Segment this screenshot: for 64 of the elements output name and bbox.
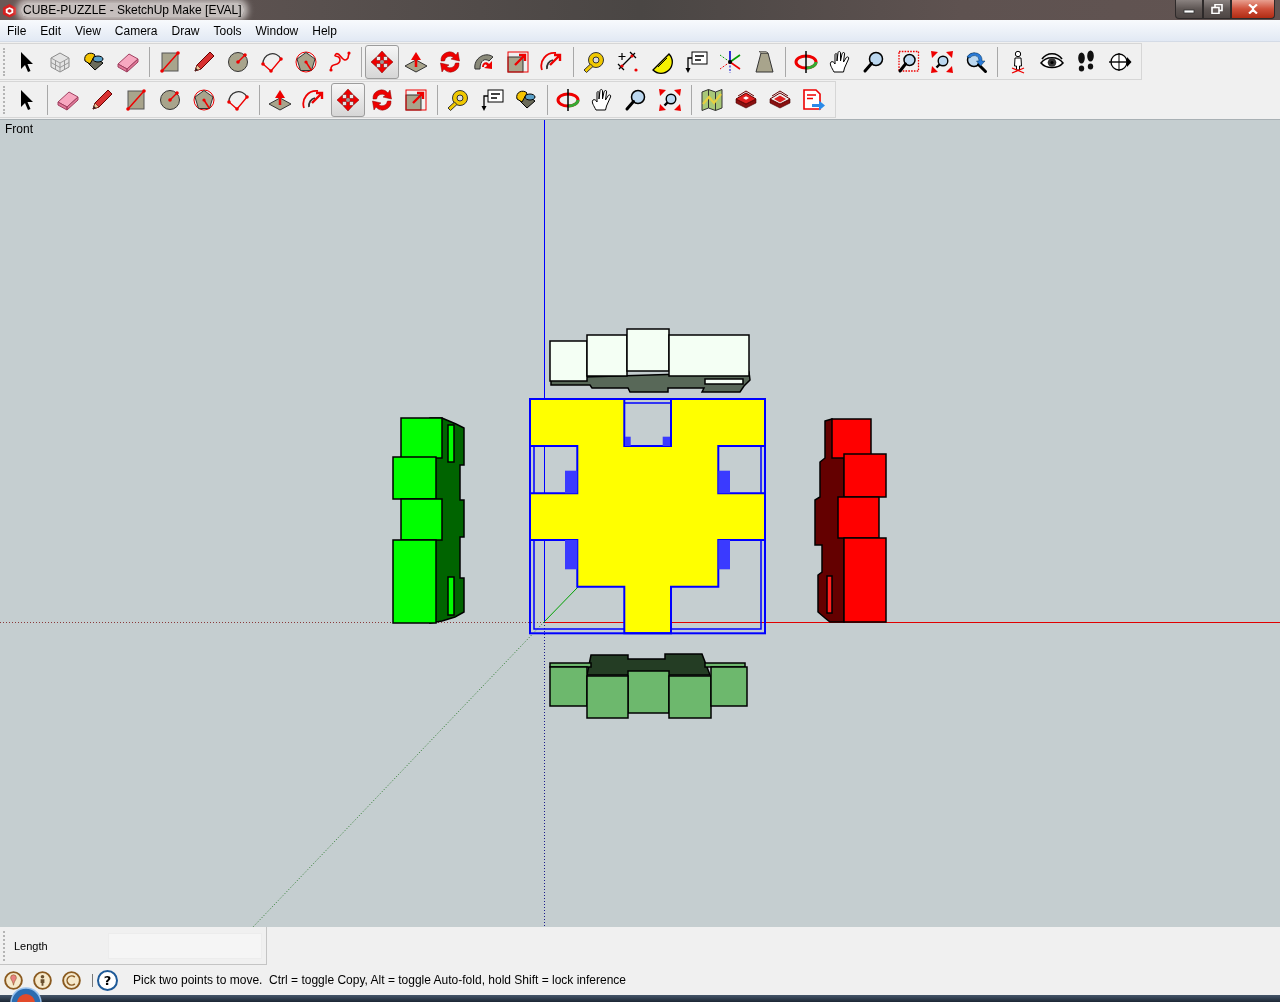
polygon-icon bbox=[192, 87, 216, 112]
menu-item[interactable]: View bbox=[68, 21, 108, 40]
close-button[interactable] bbox=[1231, 0, 1275, 19]
hand-icon bbox=[828, 49, 852, 74]
rectangle-icon bbox=[158, 49, 182, 74]
four-arrows-icon bbox=[336, 87, 360, 112]
scale-icon bbox=[404, 87, 428, 112]
c-ring-icon[interactable] bbox=[62, 970, 81, 990]
menu-item[interactable]: Window bbox=[248, 21, 306, 40]
person-icon[interactable] bbox=[33, 970, 52, 990]
menu-item[interactable]: Camera bbox=[107, 21, 165, 40]
block-icon bbox=[752, 49, 776, 74]
location-pin-icon[interactable] bbox=[4, 970, 23, 990]
app-logo-icon bbox=[2, 2, 17, 18]
menu-item[interactable]: Tools bbox=[206, 21, 249, 40]
circle-icon bbox=[226, 49, 250, 74]
four-arrows-button[interactable] bbox=[331, 82, 365, 117]
view-label: Front bbox=[5, 122, 33, 136]
menu-item[interactable]: File bbox=[0, 21, 34, 40]
squiggle-icon bbox=[328, 49, 352, 74]
left-puzzle-piece[interactable] bbox=[392, 417, 465, 624]
menu-item[interactable]: Edit bbox=[33, 21, 69, 40]
pencil-icon bbox=[90, 87, 114, 112]
text-label-icon bbox=[684, 49, 708, 74]
zoom-window-icon bbox=[896, 49, 920, 74]
selected-puzzle-piece[interactable] bbox=[529, 398, 766, 635]
hand-icon bbox=[590, 87, 614, 112]
restore-icon bbox=[1211, 4, 1223, 14]
tape-measure-icon bbox=[582, 49, 606, 74]
orbit-icon bbox=[794, 49, 818, 74]
window-title: CUBE-PUZZLE - SketchUp Make [EVAL] bbox=[21, 3, 244, 17]
dimension-icon bbox=[616, 49, 640, 74]
four-arrows-icon bbox=[370, 49, 394, 74]
zoom-icon bbox=[624, 87, 648, 112]
document-arrow-icon bbox=[802, 87, 826, 112]
close-icon bbox=[1247, 4, 1259, 14]
menu-item[interactable]: Draw bbox=[164, 21, 207, 40]
zoom-icon bbox=[862, 49, 886, 74]
orbit-icon bbox=[556, 87, 580, 112]
top-puzzle-piece[interactable] bbox=[549, 328, 751, 393]
restore-button[interactable] bbox=[1203, 0, 1231, 19]
help-button[interactable]: ? bbox=[97, 969, 118, 991]
text-label-icon bbox=[480, 87, 504, 112]
minimize-button[interactable] bbox=[1175, 0, 1203, 19]
zoom-extents-icon bbox=[658, 87, 682, 112]
model-viewport[interactable]: Front bbox=[0, 119, 1280, 927]
menu-item[interactable]: Help bbox=[305, 21, 344, 40]
right-puzzle-piece[interactable] bbox=[814, 418, 887, 623]
bottom-puzzle-piece[interactable] bbox=[549, 653, 748, 719]
tape-measure-icon bbox=[446, 87, 470, 112]
length-label: Length bbox=[14, 939, 48, 952]
map-icon bbox=[700, 87, 724, 112]
status-message: Pick two points to move. Ctrl = toggle Copy, Alt = toggle Auto-fold, hold Shift = lock inference bbox=[133, 973, 627, 987]
rotate-icon bbox=[370, 87, 394, 112]
pencil-icon bbox=[192, 49, 216, 74]
polygon-icon bbox=[294, 49, 318, 74]
rotate-icon bbox=[438, 49, 462, 74]
rectangle-icon bbox=[124, 87, 148, 112]
zoom-extents-icon bbox=[930, 49, 954, 74]
axes-icon bbox=[718, 49, 742, 74]
zoom-back-icon bbox=[964, 49, 988, 74]
scale-icon bbox=[506, 49, 530, 74]
four-arrows-button[interactable] bbox=[365, 44, 399, 79]
circle-icon bbox=[158, 87, 182, 112]
